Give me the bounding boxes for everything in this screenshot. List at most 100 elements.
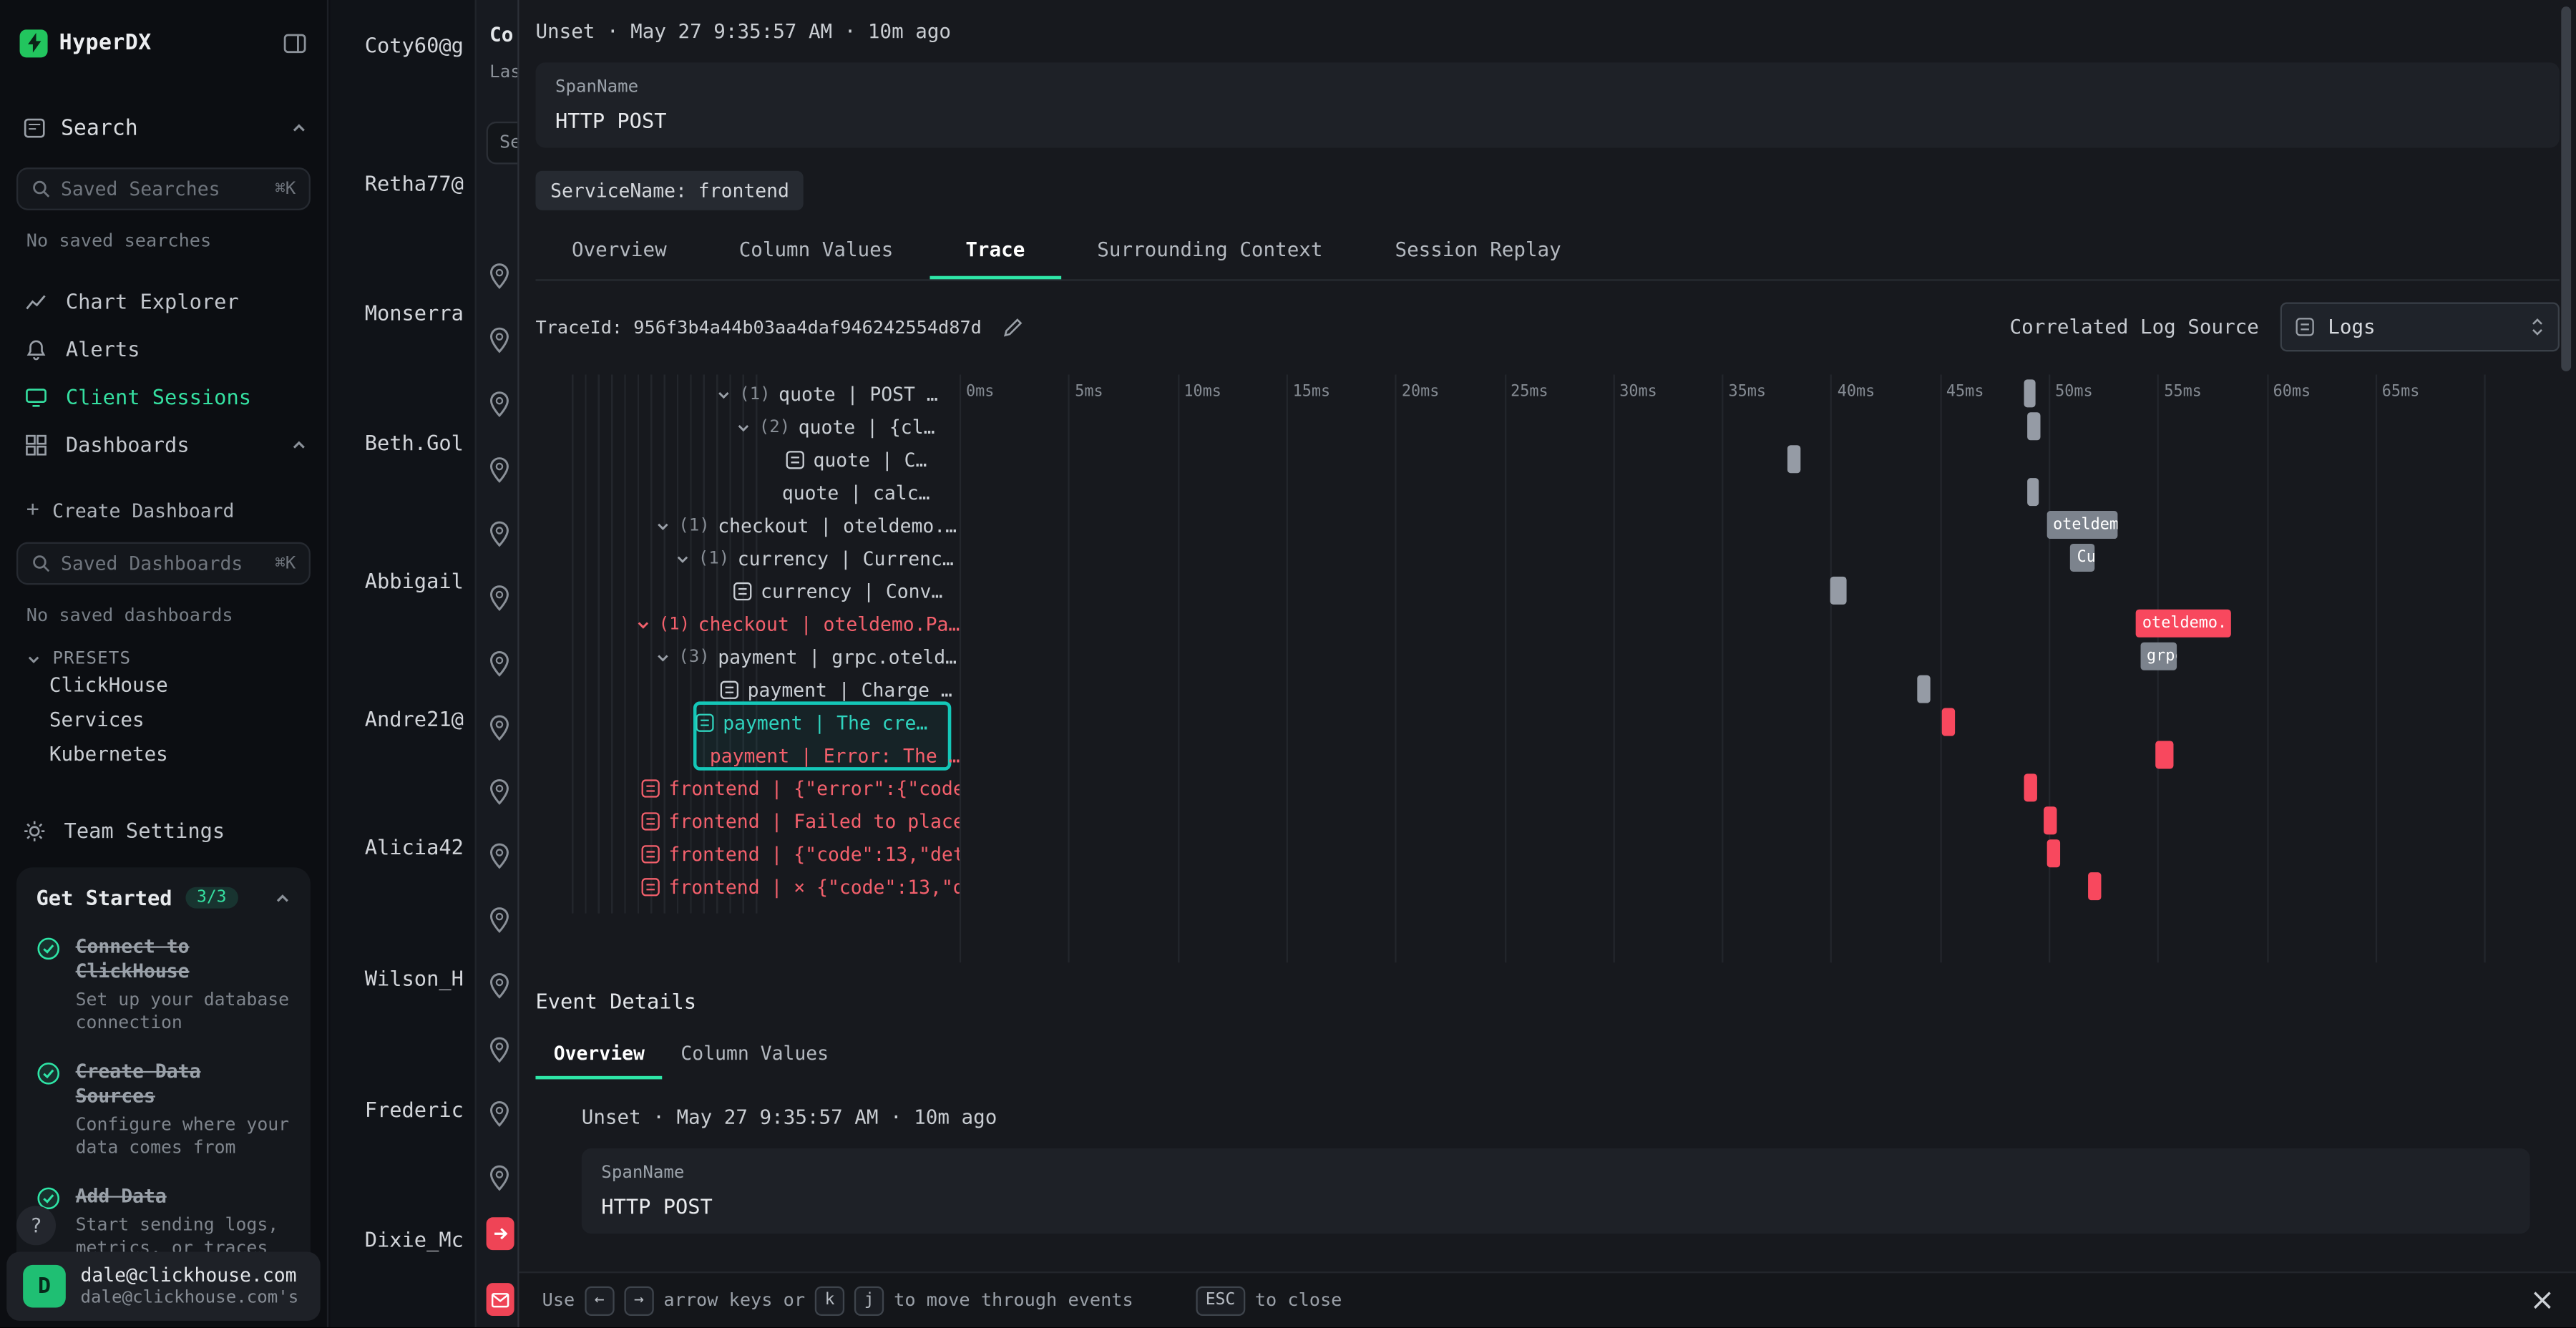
tab-overview[interactable]: Overview [535, 223, 703, 279]
user-menu[interactable]: D dale@clickhouse.com dale@clickhouse.co… [6, 1251, 321, 1320]
session-list-item[interactable]: Monserra [365, 301, 464, 325]
span-duration-bar[interactable]: oteldemo. [2046, 511, 2118, 539]
span-duration-bar[interactable] [1918, 675, 1931, 703]
span-duration-bar[interactable] [2024, 379, 2036, 407]
tab-trace[interactable]: Trace [930, 223, 1061, 279]
span-duration-bar[interactable] [2046, 839, 2059, 867]
span-duration-bar[interactable]: oteldemo. [2136, 610, 2232, 638]
chevron-down-icon[interactable] [655, 518, 670, 533]
sidebar-item-dashboards[interactable]: Dashboards [0, 421, 327, 469]
tab-surrounding-context[interactable]: Surrounding Context [1061, 223, 1359, 279]
span-duration-bar[interactable] [2027, 412, 2040, 440]
trace-tree-row[interactable]: payment | Error: The … [535, 739, 959, 772]
saved-dashboards-input[interactable]: Saved Dashboards ⌘K [16, 542, 311, 585]
trace-tree-row[interactable]: (1)currency | Currenc… [535, 542, 959, 575]
trace-tree-row[interactable]: (3)payment | grpc.oteld… [535, 640, 959, 673]
session-list-item[interactable]: Coty60@g [365, 33, 464, 57]
session-list-item[interactable]: Wilson_H [365, 966, 464, 990]
trace-tree-row[interactable]: payment | Charge … [535, 673, 959, 706]
span-duration-bar[interactable] [1831, 577, 1846, 605]
tab-session-replay[interactable]: Session Replay [1359, 223, 1597, 279]
service-name-chip[interactable]: ServiceName: frontend [535, 171, 804, 210]
trace-tree-row[interactable]: frontend | {"error":{"code… [535, 772, 959, 805]
chevron-up-icon[interactable] [291, 120, 307, 137]
tab-column-values[interactable]: Column Values [703, 223, 930, 279]
presets-header[interactable]: PRESETS [26, 649, 327, 669]
sidebar-section-search[interactable]: Search [23, 112, 307, 145]
session-list-item[interactable]: Retha77@ [365, 171, 464, 195]
nav-label: Chart Explorer [66, 289, 239, 313]
create-dashboard-button[interactable]: + Create Dashboard [26, 498, 327, 522]
get-started-item-desc: Configure where your data comes from [76, 1113, 291, 1159]
span-duration-bar[interactable]: Cu [2070, 544, 2094, 572]
sidebar-item-client-sessions[interactable]: Client Sessions [0, 373, 327, 421]
trace-tree-row[interactable]: (2)quote | {cl… [535, 411, 959, 444]
sidebar-item-chart-explorer[interactable]: Chart Explorer [0, 278, 327, 326]
trace-tree-row[interactable]: quote | calc… [535, 477, 959, 509]
get-started-item[interactable]: Connect to ClickHouse Set up your databa… [36, 934, 291, 1035]
collapse-sidebar-icon[interactable] [283, 30, 307, 54]
chevron-down-icon[interactable] [736, 420, 751, 435]
bell-icon [23, 338, 47, 361]
session-list-item[interactable]: Alicia42 [365, 834, 464, 859]
span-duration-bar[interactable] [1942, 708, 1955, 736]
trace-tree-row[interactable]: frontend | × {"code":13,"d… [535, 871, 959, 904]
trace-tree-row[interactable]: frontend | Failed to place… [535, 805, 959, 838]
chevron-down-icon[interactable] [636, 617, 651, 632]
trace-tree-row[interactable]: frontend | {"code":13,"det… [535, 838, 959, 871]
timeline-gridline [1613, 374, 1614, 962]
trace-tree-row[interactable]: payment | The cre… [535, 706, 959, 739]
event-details-tab-column-values[interactable]: Column Values [663, 1030, 847, 1080]
span-duration-bar[interactable] [1787, 445, 1800, 473]
map-pin-icon [488, 778, 511, 805]
sidebar-item-clickhouse[interactable]: ClickHouse [49, 668, 327, 703]
get-started-item-desc: Set up your database connection [76, 989, 291, 1035]
span-duration-bar[interactable] [2024, 773, 2037, 801]
chevron-down-icon[interactable] [675, 551, 691, 566]
span-label: frontend | {"error":{"code… [668, 777, 959, 800]
chevron-down-icon[interactable] [655, 650, 670, 665]
time-tick-label: 30ms [1619, 383, 1657, 401]
session-list-item[interactable]: Abbigail [365, 568, 464, 592]
span-duration-bar[interactable] [2155, 741, 2172, 768]
trace-tree-row[interactable]: (1)quote | POST … [535, 378, 959, 411]
session-list-item[interactable]: Beth.Gol [365, 431, 464, 455]
chevron-up-icon[interactable] [274, 889, 291, 906]
select-chevrons-icon [2530, 316, 2545, 338]
get-started-item[interactable]: Create Data Sources Configure where your… [36, 1060, 291, 1160]
scrollbar-thumb[interactable] [2561, 6, 2571, 371]
session-list-item[interactable]: Frederic [365, 1098, 464, 1122]
span-label: checkout | oteldemo.Pa… [698, 612, 960, 635]
session-list-item[interactable]: Dixie_Mc [365, 1227, 464, 1251]
trace-tree-row[interactable]: currency | Conv… [535, 575, 959, 608]
span-duration-bar[interactable] [2044, 806, 2057, 834]
session-list-item[interactable]: Andre21@ [365, 706, 464, 731]
span-label: payment | The cre… [723, 711, 927, 734]
trace-tree-row[interactable]: (1)checkout | oteldemo.… [535, 509, 959, 542]
team-settings-button[interactable]: Team Settings [23, 818, 327, 842]
sidebar-item-alerts[interactable]: Alerts [0, 326, 327, 374]
chevron-up-icon[interactable] [291, 436, 307, 453]
help-button[interactable]: ? [16, 1206, 56, 1245]
chevron-down-icon[interactable] [716, 387, 731, 402]
trace-tree-row[interactable]: (1)checkout | oteldemo.Pa… [535, 607, 959, 640]
saved-searches-input[interactable]: Saved Searches ⌘K [16, 167, 311, 210]
log-source-select[interactable]: Logs [2280, 302, 2560, 351]
check-circle-icon [36, 937, 61, 1035]
span-label: frontend | Failed to place… [668, 810, 959, 833]
timeline-gridline [1722, 374, 1723, 962]
edit-pencil-icon[interactable] [1001, 316, 1023, 338]
event-details-tab-overview[interactable]: Overview [535, 1030, 663, 1080]
span-duration-bar[interactable] [2088, 872, 2101, 900]
get-started-item[interactable]: Add Data Start sending logs, metrics, or… [36, 1184, 291, 1260]
nav-label: Alerts [66, 337, 140, 361]
error-badge-icon [487, 1283, 514, 1316]
sidebar-item-kubernetes[interactable]: Kubernetes [49, 738, 327, 772]
span-duration-bar[interactable] [2027, 478, 2039, 506]
span-duration-bar[interactable]: grpc [2140, 643, 2177, 670]
span-name-label: SpanName [555, 77, 2540, 97]
close-icon[interactable] [2532, 1289, 2553, 1311]
trace-tree-row[interactable]: quote | C… [535, 444, 959, 477]
event-breadcrumb: Unset · May 27 9:35:57 AM · 10m ago [535, 20, 2560, 43]
sidebar-item-services[interactable]: Services [49, 703, 327, 738]
